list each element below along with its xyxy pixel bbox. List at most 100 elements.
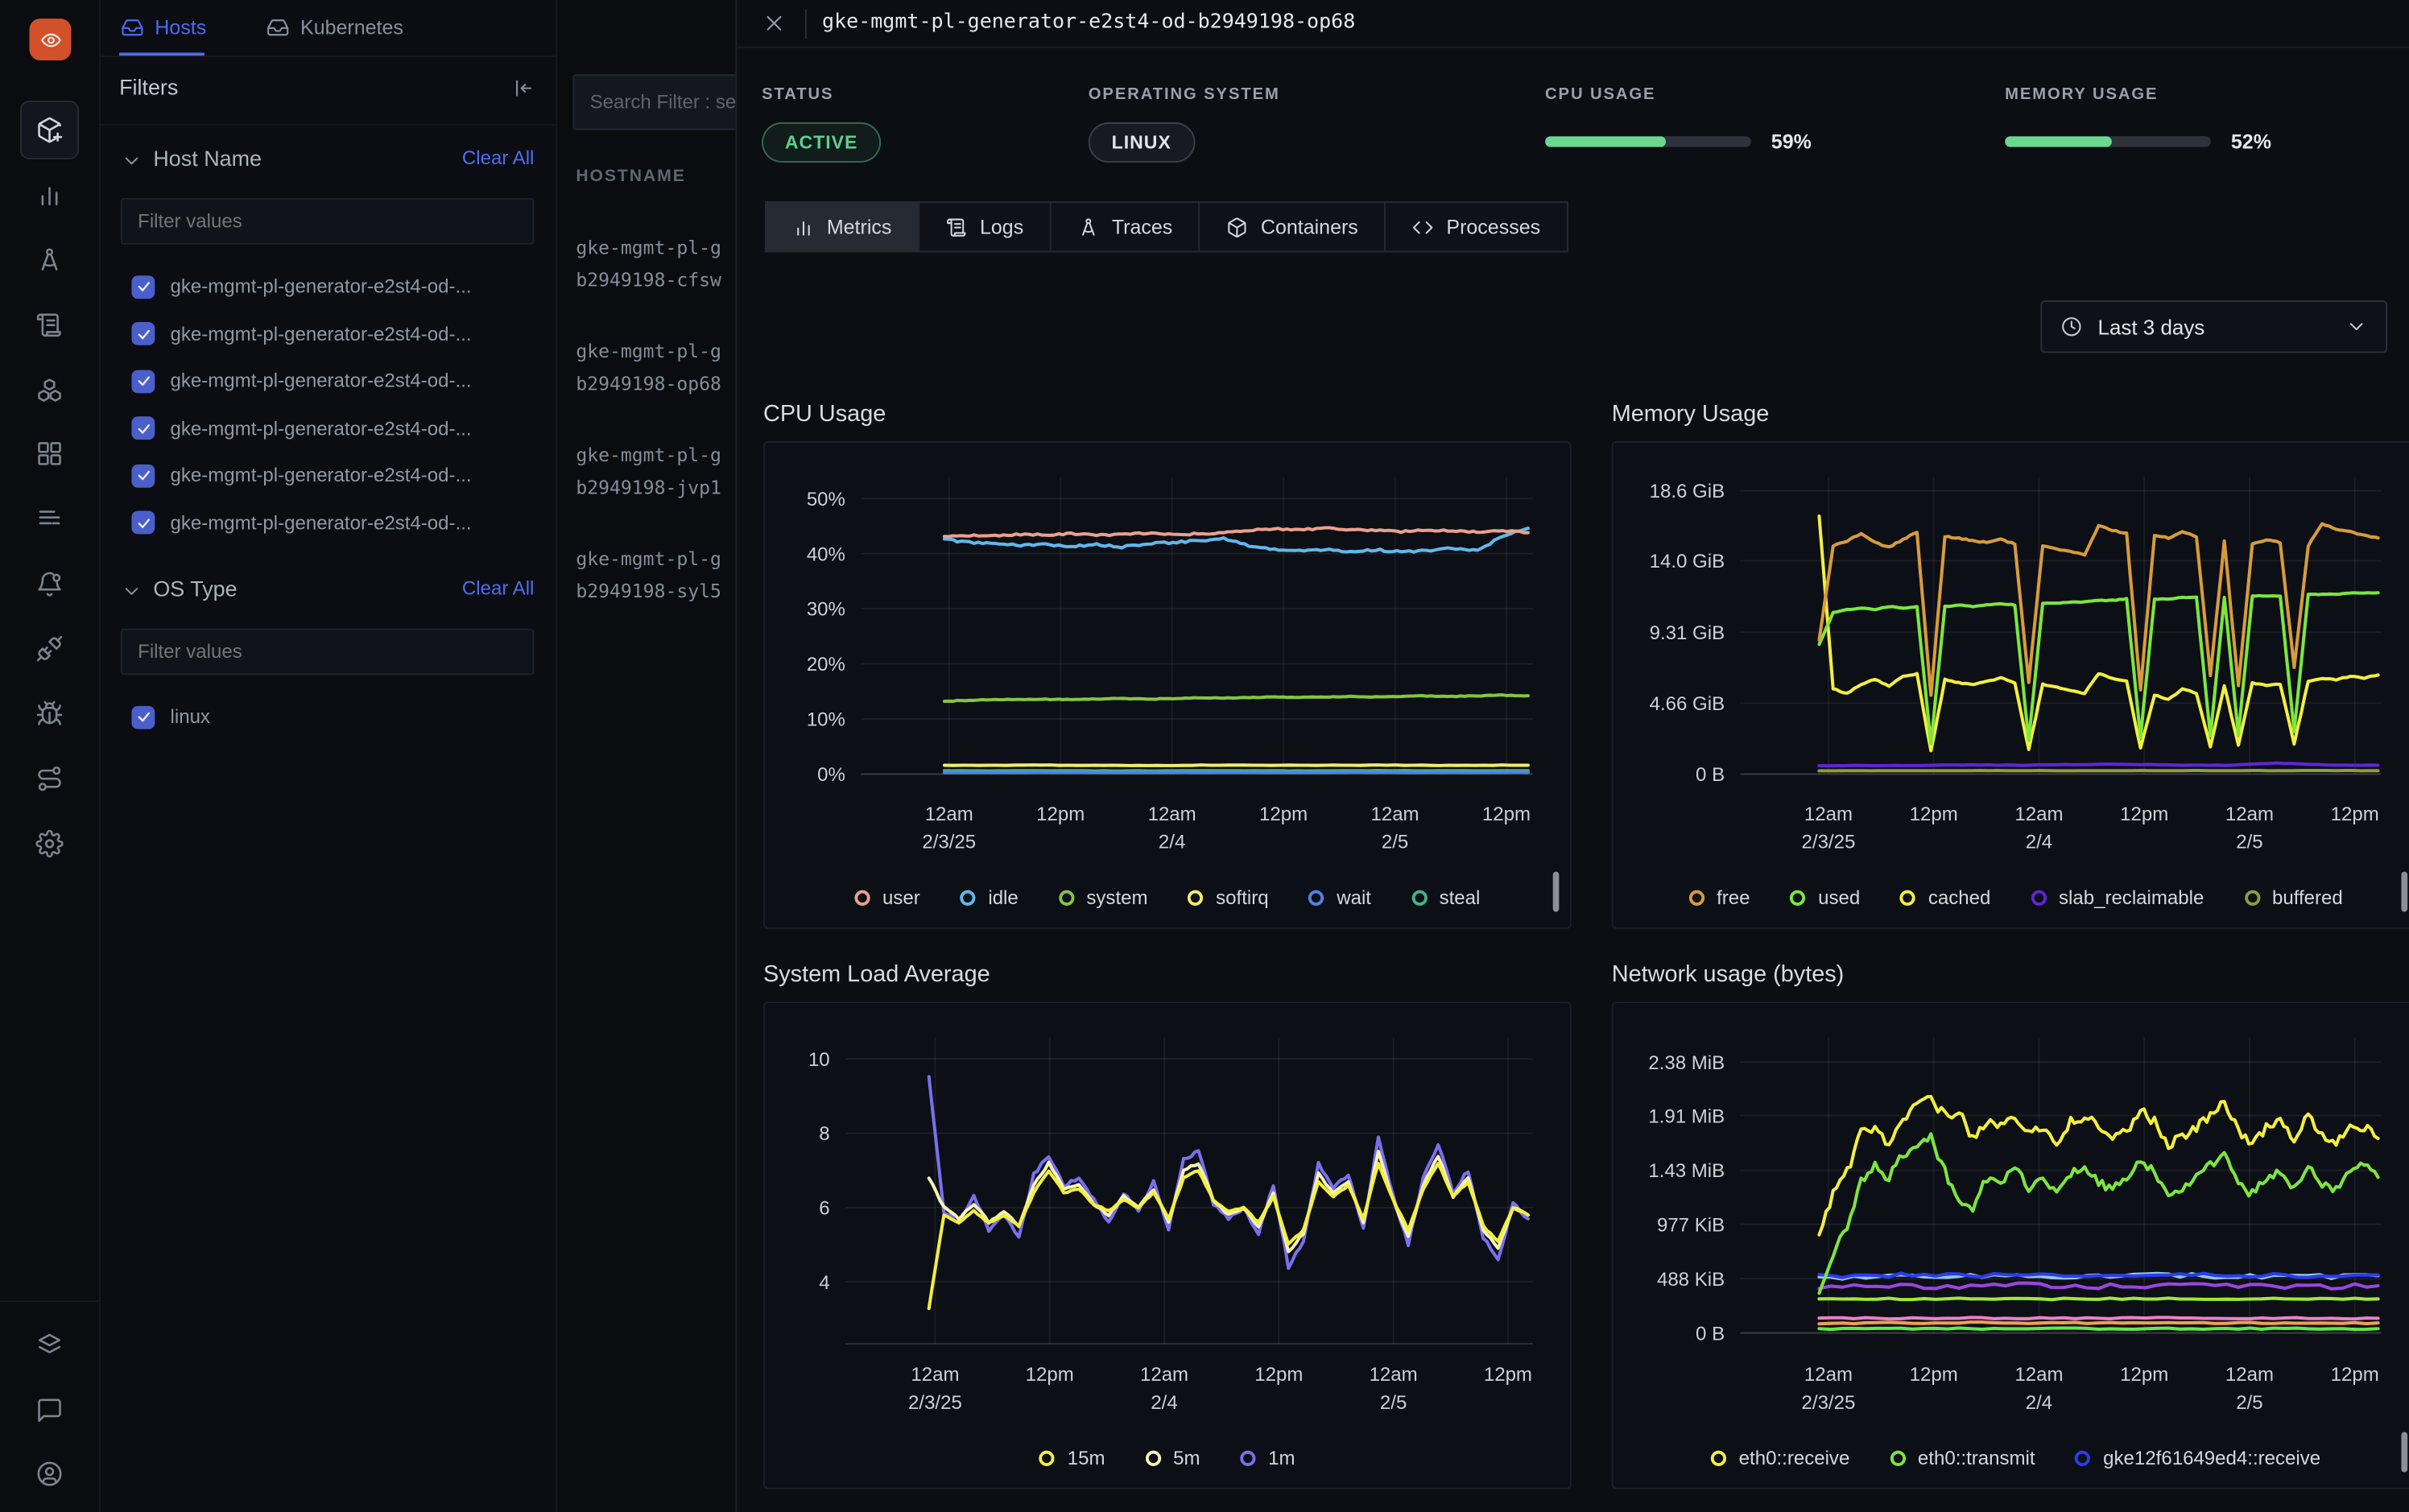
svg-text:12am: 12am <box>1148 804 1196 825</box>
legend-ring <box>1900 890 1915 906</box>
scroll-icon <box>35 312 64 340</box>
svg-text:2.38 MiB: 2.38 MiB <box>1648 1052 1725 1074</box>
host-row[interactable]: gke-mgmt-pl-gb2949198-syl5 <box>576 543 721 609</box>
legend-item-buffered[interactable]: buffered <box>2244 887 2342 909</box>
tab-containers[interactable]: Containers <box>1199 201 1386 252</box>
chevron-down-icon[interactable] <box>121 580 143 602</box>
legend-ring <box>1309 890 1324 906</box>
legend-item-wait[interactable]: wait <box>1309 887 1371 909</box>
legend-item-5m[interactable]: 5m <box>1146 1448 1200 1469</box>
tab-hosts[interactable]: Hosts <box>121 0 206 54</box>
legend-label: eth0::receive <box>1739 1448 1850 1469</box>
rail-item-compass[interactable] <box>20 231 79 290</box>
tab-logs[interactable]: Logs <box>918 201 1052 252</box>
legend-item-user[interactable]: user <box>854 887 919 909</box>
legend-item-1m[interactable]: 1m <box>1241 1448 1295 1469</box>
rail-item-list[interactable] <box>20 490 79 548</box>
hostname-column-header: HOSTNAME <box>576 167 685 186</box>
filter-option[interactable]: linux <box>131 701 210 732</box>
rail-item-plug[interactable] <box>20 619 79 678</box>
checkbox-checked[interactable] <box>131 511 155 535</box>
network-chart[interactable]: 2.38 MiB1.91 MiB1.43 MiB977 KiB488 KiB0 … <box>1612 1002 2409 1489</box>
collapse-left-icon[interactable] <box>512 77 534 99</box>
rail-item-chat[interactable] <box>20 1381 79 1440</box>
legend-item-eth0::receive[interactable]: eth0::receive <box>1711 1448 1849 1469</box>
rail-item-cubes[interactable] <box>20 361 79 419</box>
tab-processes[interactable]: Processes <box>1384 201 1568 252</box>
tab-traces[interactable]: Traces <box>1050 201 1200 252</box>
filter-option[interactable]: gke-mgmt-pl-generator-e2st4-od-... <box>131 460 471 490</box>
filter-option[interactable]: gke-mgmt-pl-generator-e2st4-od-... <box>131 366 471 396</box>
filters-panel-tabs: Hosts Kubernetes <box>101 0 556 56</box>
filter-option[interactable]: gke-mgmt-pl-generator-e2st4-od-... <box>131 507 471 538</box>
inbox-icon <box>121 15 144 39</box>
rail-item-gear[interactable] <box>20 814 79 873</box>
legend-item-gke12f61649ed4::receive[interactable]: gke12f61649ed4::receive <box>2076 1448 2321 1469</box>
svg-text:0 B: 0 B <box>1696 764 1725 786</box>
clear-all-link[interactable]: Clear All <box>462 577 535 599</box>
checkbox-checked[interactable] <box>131 322 155 345</box>
cpu-chart[interactable]: 50%40%30%20%10%0%12am2/3/2512pm12am2/412… <box>763 441 1572 929</box>
rail-item-user[interactable] <box>20 1444 79 1503</box>
signoz-logo[interactable] <box>30 19 72 60</box>
legend-item-steal[interactable]: steal <box>1411 887 1480 909</box>
tab-metrics[interactable]: Metrics <box>765 201 919 252</box>
chevron-down-icon[interactable] <box>121 151 143 172</box>
legend-label: cached <box>1928 887 1991 909</box>
host-row[interactable]: gke-mgmt-pl-gb2949198-jvp1 <box>576 440 721 505</box>
legend-scrollbar-thumb[interactable] <box>1553 872 1560 912</box>
legend-item-eth0::transmit[interactable]: eth0::transmit <box>1890 1448 2035 1469</box>
filter-values-input[interactable] <box>121 198 534 245</box>
svg-text:0%: 0% <box>817 764 845 786</box>
eye-icon <box>39 29 61 51</box>
series-slab_reclaimable <box>1819 763 2378 766</box>
legend-label: wait <box>1337 887 1371 909</box>
filter-values-input[interactable] <box>121 629 534 675</box>
rail-item-bug[interactable] <box>20 684 79 743</box>
checkbox-checked[interactable] <box>131 370 155 393</box>
legend-item-system[interactable]: system <box>1059 887 1148 909</box>
memory-usage-label: MEMORY USAGE <box>2005 85 2158 104</box>
svg-text:12am: 12am <box>2225 1364 2274 1386</box>
svg-text:2/4: 2/4 <box>1151 1392 1177 1414</box>
rail-item-bell[interactable] <box>20 554 79 613</box>
search-filter-input[interactable] <box>572 74 735 130</box>
legend-item-15m[interactable]: 15m <box>1039 1448 1105 1469</box>
time-range-select[interactable]: Last 3 days <box>2040 300 2387 353</box>
checkbox-checked[interactable] <box>131 275 155 298</box>
legend-label: steal <box>1440 887 1481 909</box>
filter-option[interactable]: gke-mgmt-pl-generator-e2st4-od-... <box>131 271 471 302</box>
legend-item-softirq[interactable]: softirq <box>1188 887 1269 909</box>
legend-item-slab_reclaimable[interactable]: slab_reclaimable <box>2031 887 2204 909</box>
memory-percent-text: 52% <box>2231 130 2271 154</box>
filter-option-label: gke-mgmt-pl-generator-e2st4-od-... <box>171 512 472 534</box>
rail-item-layers[interactable] <box>20 1316 79 1374</box>
checkbox-checked[interactable] <box>131 464 155 487</box>
host-row[interactable]: gke-mgmt-pl-gb2949198-op68 <box>576 336 721 401</box>
rail-item-route[interactable] <box>20 750 79 808</box>
package-plus-icon <box>35 116 64 144</box>
rail-item-package-plus[interactable] <box>20 101 79 159</box>
legend-scrollbar-thumb[interactable] <box>2401 1432 2407 1473</box>
checkbox-checked[interactable] <box>131 416 155 440</box>
legend-scrollbar-thumb[interactable] <box>2401 872 2407 912</box>
host-row[interactable]: gke-mgmt-pl-gb2949198-cfsw <box>576 232 721 297</box>
svg-text:12pm: 12pm <box>1259 804 1308 825</box>
close-icon[interactable] <box>763 12 785 34</box>
legend-item-cached[interactable]: cached <box>1900 887 1990 909</box>
memory-chart[interactable]: 18.6 GiB14.0 GiB9.31 GiB4.66 GiB0 B12am2… <box>1612 441 2409 929</box>
legend-item-idle[interactable]: idle <box>961 887 1019 909</box>
checkbox-checked[interactable] <box>131 705 155 729</box>
clear-all-link[interactable]: Clear All <box>462 147 535 169</box>
load-chart[interactable]: 1086412am2/3/2512pm12am2/412pm12am2/512p… <box>763 1002 1572 1489</box>
tab-kubernetes[interactable]: Kubernetes <box>267 0 403 54</box>
chart-title-cpu: CPU Usage <box>763 401 886 428</box>
filter-option[interactable]: gke-mgmt-pl-generator-e2st4-od-... <box>131 318 471 349</box>
legend-item-used[interactable]: used <box>1791 887 1861 909</box>
filter-option[interactable]: gke-mgmt-pl-generator-e2st4-od-... <box>131 412 471 443</box>
svg-text:2/3/25: 2/3/25 <box>922 832 976 853</box>
legend-item-free[interactable]: free <box>1688 887 1750 909</box>
rail-item-bar-chart[interactable] <box>20 166 79 225</box>
rail-item-grid[interactable] <box>20 424 79 483</box>
rail-item-scroll[interactable] <box>20 295 79 354</box>
